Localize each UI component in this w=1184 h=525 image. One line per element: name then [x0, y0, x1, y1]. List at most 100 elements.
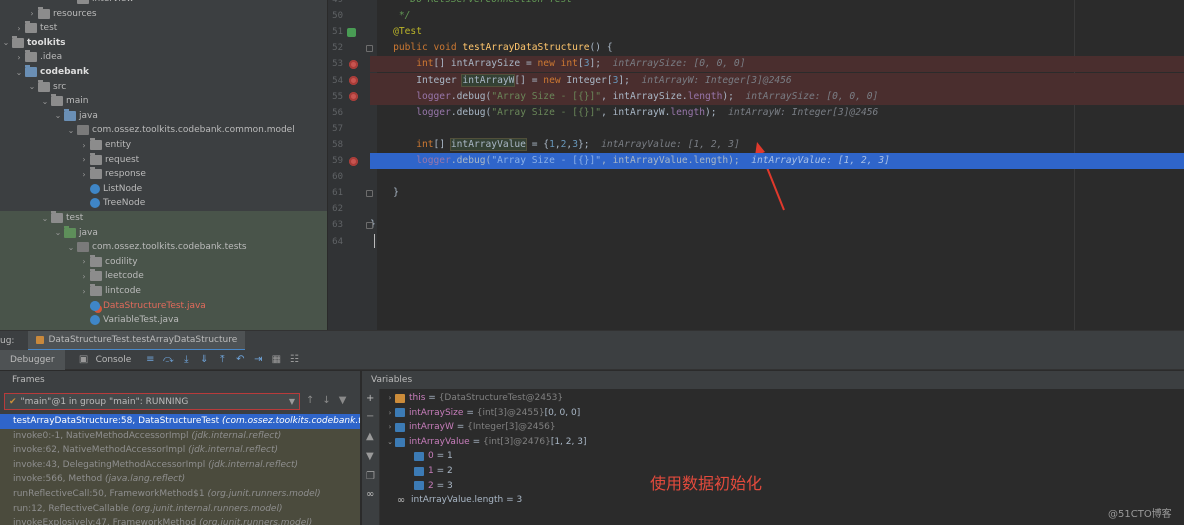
variable-equals: =	[503, 495, 517, 506]
move-down-icon[interactable]: ▼	[366, 451, 374, 462]
code-line: public void testArrayDataStructure() {	[370, 40, 1184, 56]
evaluate-expression-icon[interactable]: ▦	[270, 354, 282, 366]
duplicate-icon[interactable]: ❐	[366, 471, 375, 482]
code-token: [] =	[514, 74, 544, 86]
code-line: */	[370, 8, 1184, 24]
drop-frame-icon[interactable]: ↶	[234, 354, 246, 366]
code-token: "Array Size - [{}]"	[491, 106, 602, 118]
breakpoint-icon[interactable]	[349, 76, 358, 85]
remove-watch-icon[interactable]: −	[366, 411, 374, 422]
code-token: .debug(	[450, 106, 492, 118]
trace-icon[interactable]: ☷	[288, 354, 300, 366]
code-token: []	[433, 138, 451, 150]
code-token: "Array Size - [{}]"	[491, 155, 602, 166]
code-line: int[] intArraySize = new int[3]; intArra…	[370, 56, 1184, 73]
fold-marker-icon[interactable]	[366, 44, 373, 52]
variable-row[interactable]: › intArraySize = {int[3]@2455} [0, 0, 0]	[385, 406, 581, 421]
breakpoint-icon[interactable]	[349, 59, 358, 69]
arrow-down-icon[interactable]: ↓	[322, 395, 330, 406]
code-token: @Test	[370, 26, 422, 38]
inline-value-hint: intArrayValue: [1, 2, 3]	[751, 155, 890, 166]
inline-value-hint: intArrayW: Integer[3]@2456	[641, 74, 792, 86]
glasses-icon[interactable]: ∞	[366, 489, 374, 500]
variable-row[interactable]: 1 = 2	[404, 464, 453, 479]
array-icon	[395, 437, 405, 447]
variable-row[interactable]: 2 = 3	[404, 479, 453, 494]
breakpoint-icon[interactable]	[349, 156, 358, 166]
variable-row[interactable]: ∞ intArrayValue.length = 3	[385, 493, 522, 508]
move-up-icon[interactable]: ▲	[366, 431, 374, 442]
stack-frame-method: invokeExplosively:47, FrameworkMethod	[13, 518, 200, 525]
force-step-into-icon[interactable]: ⇓	[198, 354, 210, 366]
stack-frame-row[interactable]: invoke:62, NativeMethodAccessorImpl (jdk…	[0, 443, 360, 458]
stack-frame-package: (jdk.internal.reflect)	[208, 459, 299, 470]
step-out-icon[interactable]: ⤒	[216, 354, 228, 366]
code-token: length	[693, 155, 729, 166]
tab-debugger[interactable]: Debugger	[0, 349, 65, 370]
stack-frame-row[interactable]: run:12, ReflectiveCallable (org.junit.in…	[0, 501, 360, 517]
code-token: length	[670, 106, 706, 118]
stack-frame-row[interactable]: runReflectiveCall:50, FrameworkMethod$1 …	[0, 487, 360, 502]
code-token: testArrayDataStructure	[462, 42, 590, 54]
chevron-right-icon[interactable]: ›	[385, 391, 395, 406]
code-token: , intArrayW.	[601, 106, 671, 118]
variable-row[interactable]: › intArrayW = {Integer[3]@2456}	[385, 420, 556, 435]
chevron-right-icon[interactable]: ›	[385, 420, 395, 435]
code-line: * Do RetsServerConnection Test	[370, 0, 1184, 8]
variables-header: Variables	[371, 371, 1184, 389]
variable-row[interactable]: › this = {DataStructureTest@2453}	[385, 391, 564, 406]
inline-value-hint: intArrayValue: [1, 2, 3]	[601, 138, 740, 150]
line-number: 49	[332, 0, 343, 5]
variable-value: [1, 2, 3]	[550, 436, 587, 447]
debug-session-tab[interactable]: DataStructureTest.testArrayDataStructure	[28, 330, 246, 351]
fold-marker-icon[interactable]	[366, 221, 373, 229]
line-number: 58	[332, 139, 343, 150]
thread-selector[interactable]: ✔ "main"@1 in group "main": RUNNING ▼	[4, 393, 300, 410]
stack-frame-row[interactable]: testArrayDataStructure:58, DataStructure…	[0, 414, 360, 429]
line-number: 63	[332, 220, 343, 231]
variable-name: this	[409, 393, 426, 403]
chevron-right-icon[interactable]: ›	[385, 406, 395, 421]
code-token: length	[687, 90, 723, 102]
stack-frame-row[interactable]: invoke:566, Method (java.lang.reflect)	[0, 472, 360, 487]
code-token: logger	[370, 106, 451, 118]
code-token: );	[722, 90, 746, 102]
stack-frame-row[interactable]: invoke:43, DelegatingMethodAccessorImpl …	[0, 457, 360, 473]
highlighted-variable: intArrayValue	[449, 137, 527, 151]
variables-side-toolbar: + − ▲ ▼ ❐ ∞	[362, 371, 380, 525]
tab-debugger-label: Debugger	[10, 354, 55, 365]
frames-panel: Frames ✔ "main"@1 in group "main": RUNNI…	[0, 371, 361, 525]
stack-frame-row[interactable]: invoke0:-1, NativeMethodAccessorImpl (jd…	[0, 428, 360, 444]
chevron-down-icon[interactable]: ⌄	[385, 435, 395, 450]
stack-frame-row[interactable]: invokeExplosively:47, FrameworkMethod (o…	[0, 516, 360, 525]
stack-frame-package: (org.junit.runners.model)	[207, 489, 321, 499]
stack-frame-method: invoke:43, DelegatingMethodAccessorImpl	[13, 459, 209, 470]
annotation-text: 使用数据初始化	[650, 474, 763, 493]
add-watch-icon[interactable]: +	[366, 393, 374, 404]
menu-lines-icon[interactable]: ≡	[144, 354, 156, 366]
variable-value: 2	[447, 466, 453, 476]
line-number: 52	[332, 43, 343, 54]
filter-icon[interactable]: ▼	[339, 395, 347, 406]
execution-line: logger.debug("Array Size - [{}]", intArr…	[370, 153, 1184, 169]
run-test-icon[interactable]	[347, 27, 356, 37]
variable-row[interactable]: 0 = 1	[404, 449, 453, 464]
stack-frame-method: runReflectiveCall:50, FrameworkMethod$1	[13, 489, 208, 499]
step-over-icon[interactable]: ⤼	[162, 354, 174, 366]
code-token: );	[705, 106, 729, 118]
fold-marker-icon[interactable]	[366, 189, 373, 197]
variable-row[interactable]: ⌄ intArrayValue = {int[3]@2476} [1, 2, 3]	[385, 435, 586, 450]
line-number: 50	[332, 11, 343, 22]
step-into-icon[interactable]: ⤓	[180, 354, 192, 366]
tab-console[interactable]: ▣ Console	[65, 350, 142, 370]
code-token: .debug(	[450, 155, 492, 166]
run-to-cursor-icon[interactable]: ⇥	[252, 354, 264, 366]
variables-header-label: Variables	[371, 375, 413, 385]
watch-glasses-icon: ∞	[396, 494, 406, 506]
arrow-up-icon[interactable]: ↑	[306, 395, 314, 406]
tab-console-label: Console	[95, 354, 132, 365]
line-number: 60	[332, 172, 343, 183]
highlighted-variable: intArrayW	[461, 73, 516, 87]
variable-value: [0, 0, 0]	[544, 407, 581, 418]
inline-value-hint: intArrayW: Integer[3]@2456	[728, 106, 879, 118]
